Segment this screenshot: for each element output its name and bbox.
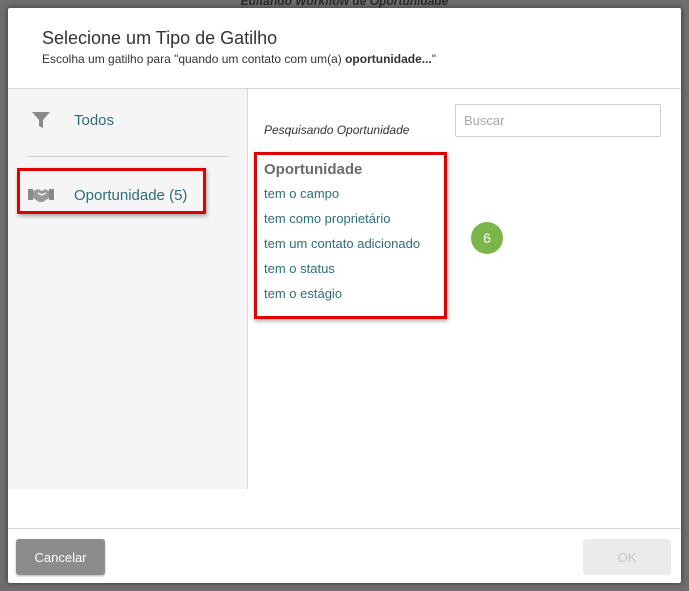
dialog-title: Selecione um Tipo de Gatilho xyxy=(42,28,278,48)
dialog-body: Todos Oportunidade (5) Pesquisando Oport… xyxy=(8,89,681,529)
background-window-title: Editando Workflow de Oportunidade xyxy=(240,0,449,8)
cancel-button[interactable]: Cancelar xyxy=(16,539,105,575)
trigger-panel: Pesquisando Oportunidade Oportunidade te… xyxy=(249,89,681,529)
dialog-subtitle: Escolha um gatilho para "quando um conta… xyxy=(42,52,436,66)
trigger-tem-um-contato-adicionado[interactable]: tem um contato adicionado xyxy=(264,234,420,259)
trigger-tem-como-proprietario[interactable]: tem como proprietário xyxy=(264,209,420,234)
step-number-badge: 6 xyxy=(471,222,503,254)
category-sidebar: Todos Oportunidade (5) xyxy=(8,89,248,489)
subtitle-prefix: Escolha um gatilho para "quando um conta… xyxy=(42,52,346,66)
trigger-type-dialog: Selecione um Tipo de Gatilho Escolha um … xyxy=(8,8,681,583)
trigger-tem-o-status[interactable]: tem o status xyxy=(264,259,420,284)
category-todos-label: Todos xyxy=(74,111,115,129)
category-divider xyxy=(28,156,228,157)
subtitle-bold: oportunidade... xyxy=(345,52,432,66)
dialog-header: Selecione um Tipo de Gatilho Escolha um … xyxy=(8,8,681,89)
ok-button[interactable]: OK xyxy=(583,539,671,575)
category-todos[interactable]: Todos xyxy=(28,109,114,131)
subtitle-suffix: " xyxy=(431,52,437,66)
handshake-icon xyxy=(28,184,54,206)
trigger-group-title: Oportunidade xyxy=(264,161,363,178)
trigger-tem-o-campo[interactable]: tem o campo xyxy=(264,184,420,209)
filter-icon xyxy=(28,109,54,131)
trigger-group: Oportunidade tem o campo tem como propri… xyxy=(264,161,420,309)
category-oportunidade-label: Oportunidade (5) xyxy=(74,186,188,204)
trigger-tem-o-estagio[interactable]: tem o estágio xyxy=(264,284,420,309)
dialog-footer: Cancelar OK xyxy=(8,528,681,583)
category-oportunidade[interactable]: Oportunidade (5) xyxy=(28,184,187,206)
search-input[interactable] xyxy=(455,104,661,137)
search-label: Pesquisando Oportunidade xyxy=(264,123,410,137)
